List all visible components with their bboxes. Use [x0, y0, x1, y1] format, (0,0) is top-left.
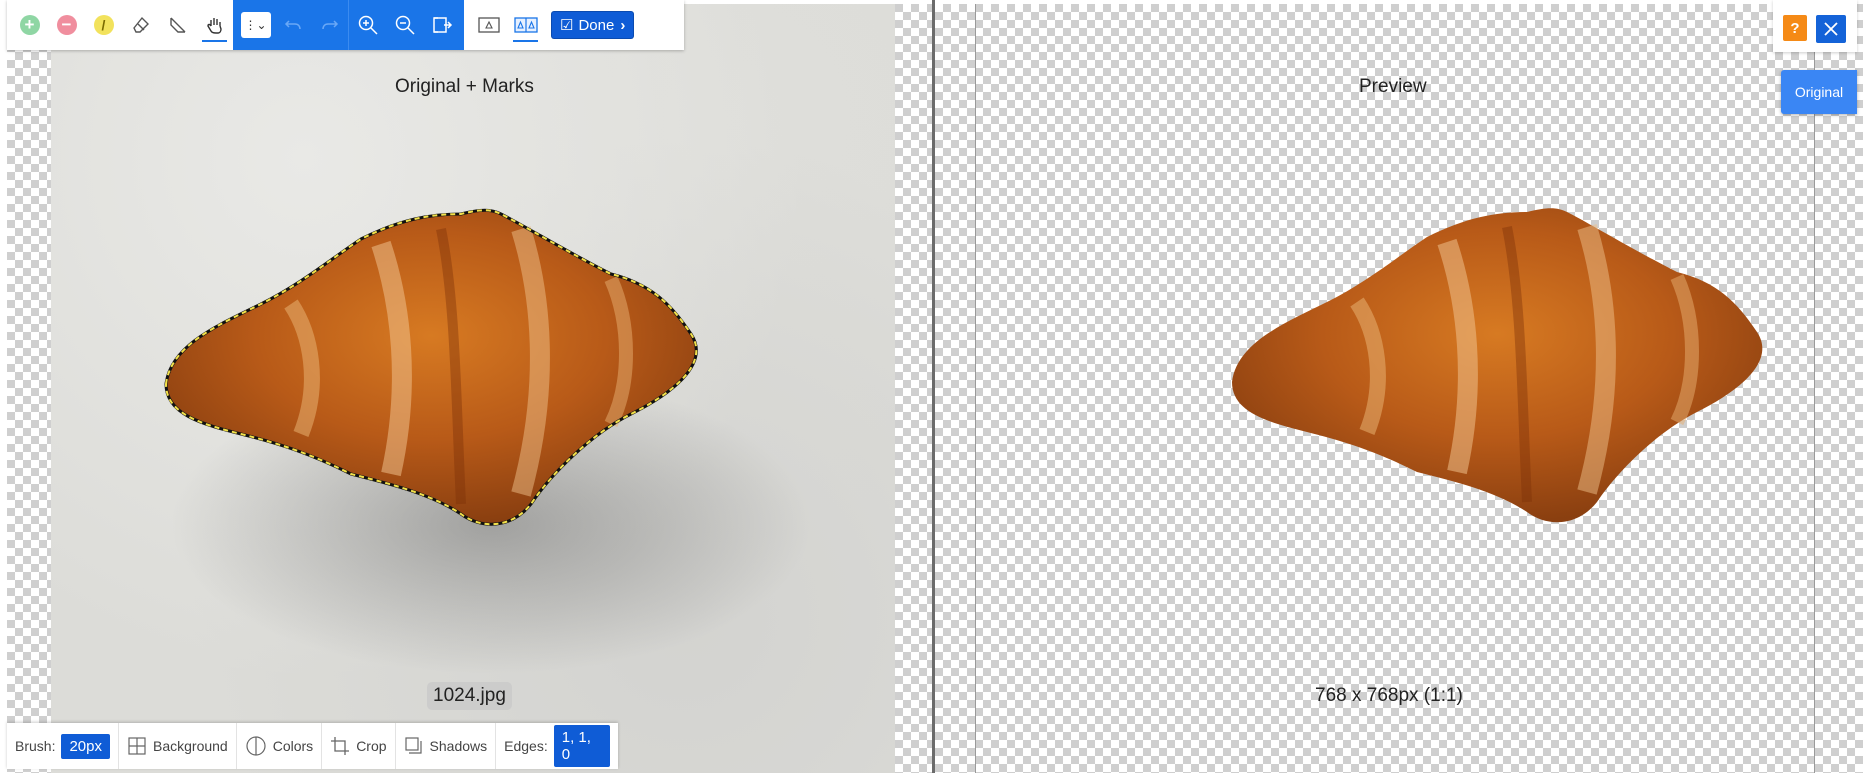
original-photo[interactable] [51, 4, 895, 773]
redo-button[interactable] [311, 0, 348, 50]
redo-icon [321, 20, 338, 30]
fit-view-button[interactable] [423, 0, 460, 50]
colors-label: Colors [272, 738, 314, 754]
filename-label: 1024.jpg [427, 682, 512, 710]
zoom-in-icon [358, 15, 378, 35]
brush-size-control[interactable]: Brush: 20px [7, 723, 119, 769]
plus-icon: + [19, 15, 40, 35]
colors-button[interactable]: Colors [237, 723, 323, 769]
split-view-icon [513, 17, 538, 33]
zoom-out-icon [395, 15, 415, 35]
eraser-icon [132, 16, 149, 33]
background-button[interactable]: Background [119, 723, 237, 769]
pane-title-preview: Preview [1359, 76, 1427, 97]
crop-icon [331, 737, 350, 755]
zoom-out-button[interactable] [386, 0, 423, 50]
scalpel-button[interactable] [159, 0, 196, 50]
remove-mark-button[interactable]: − [48, 0, 85, 50]
background-grid-icon [128, 737, 146, 755]
crop-button[interactable]: Crop [322, 723, 396, 769]
crop-label: Crop [356, 738, 387, 754]
slash-icon: / [93, 15, 114, 35]
shadows-label: Shadows [429, 738, 488, 754]
done-button[interactable]: ☑ Done › [552, 12, 634, 38]
output-dimensions: 768 x 768px (1:1) [1315, 685, 1463, 706]
done-label: Done [578, 16, 615, 34]
pan-hand-button[interactable] [196, 0, 233, 50]
top-toolbar: + − / ⋮⌄ ☑ Done › [7, 0, 684, 50]
croissant-image [164, 208, 811, 674]
help-button[interactable]: ? [1783, 15, 1807, 41]
original-toggle-button[interactable]: Original [1781, 70, 1857, 114]
mode-dropdown[interactable]: ⋮⌄ [237, 0, 274, 50]
shadows-button[interactable]: Shadows [396, 723, 497, 769]
scalpel-icon [169, 17, 185, 33]
minus-icon: − [56, 15, 77, 35]
colors-half-circle-icon [246, 736, 266, 756]
brush-size-value[interactable]: 20px [61, 733, 110, 759]
background-label: Background [153, 738, 228, 754]
chevron-down-icon: ⋮⌄ [240, 12, 271, 38]
checkbox-icon: ☑ [560, 17, 574, 34]
preview-pane[interactable]: Preview 768 x 768px (1:1) [935, 4, 1863, 773]
hand-icon [206, 18, 222, 34]
bottom-toolbar: Brush: 20px Background Colors Crop Shado… [7, 723, 618, 769]
hair-brush-button[interactable]: / [85, 0, 122, 50]
close-icon [1824, 22, 1838, 36]
split-view-button[interactable] [507, 0, 544, 50]
edges-value[interactable]: 1, 1, 0 [553, 725, 610, 767]
pane-title-original: Original + Marks [395, 76, 534, 97]
eraser-button[interactable] [122, 0, 159, 50]
close-button[interactable] [1816, 15, 1846, 43]
single-view-icon [477, 17, 500, 33]
original-marks-pane[interactable]: Original + Marks 1024.jpg [7, 4, 932, 773]
preview-croissant [1232, 208, 1763, 523]
shadows-icon [404, 737, 422, 754]
fit-screen-icon [432, 17, 452, 33]
single-view-button[interactable] [470, 0, 507, 50]
brush-label: Brush: [15, 738, 56, 754]
undo-button[interactable] [274, 0, 311, 50]
edges-control[interactable]: Edges: 1, 1, 0 [496, 723, 618, 769]
edges-label: Edges: [504, 738, 548, 754]
add-mark-button[interactable]: + [11, 0, 48, 50]
zoom-in-button[interactable] [349, 0, 386, 50]
chevron-right-icon: › [620, 16, 626, 34]
undo-icon [284, 20, 301, 30]
